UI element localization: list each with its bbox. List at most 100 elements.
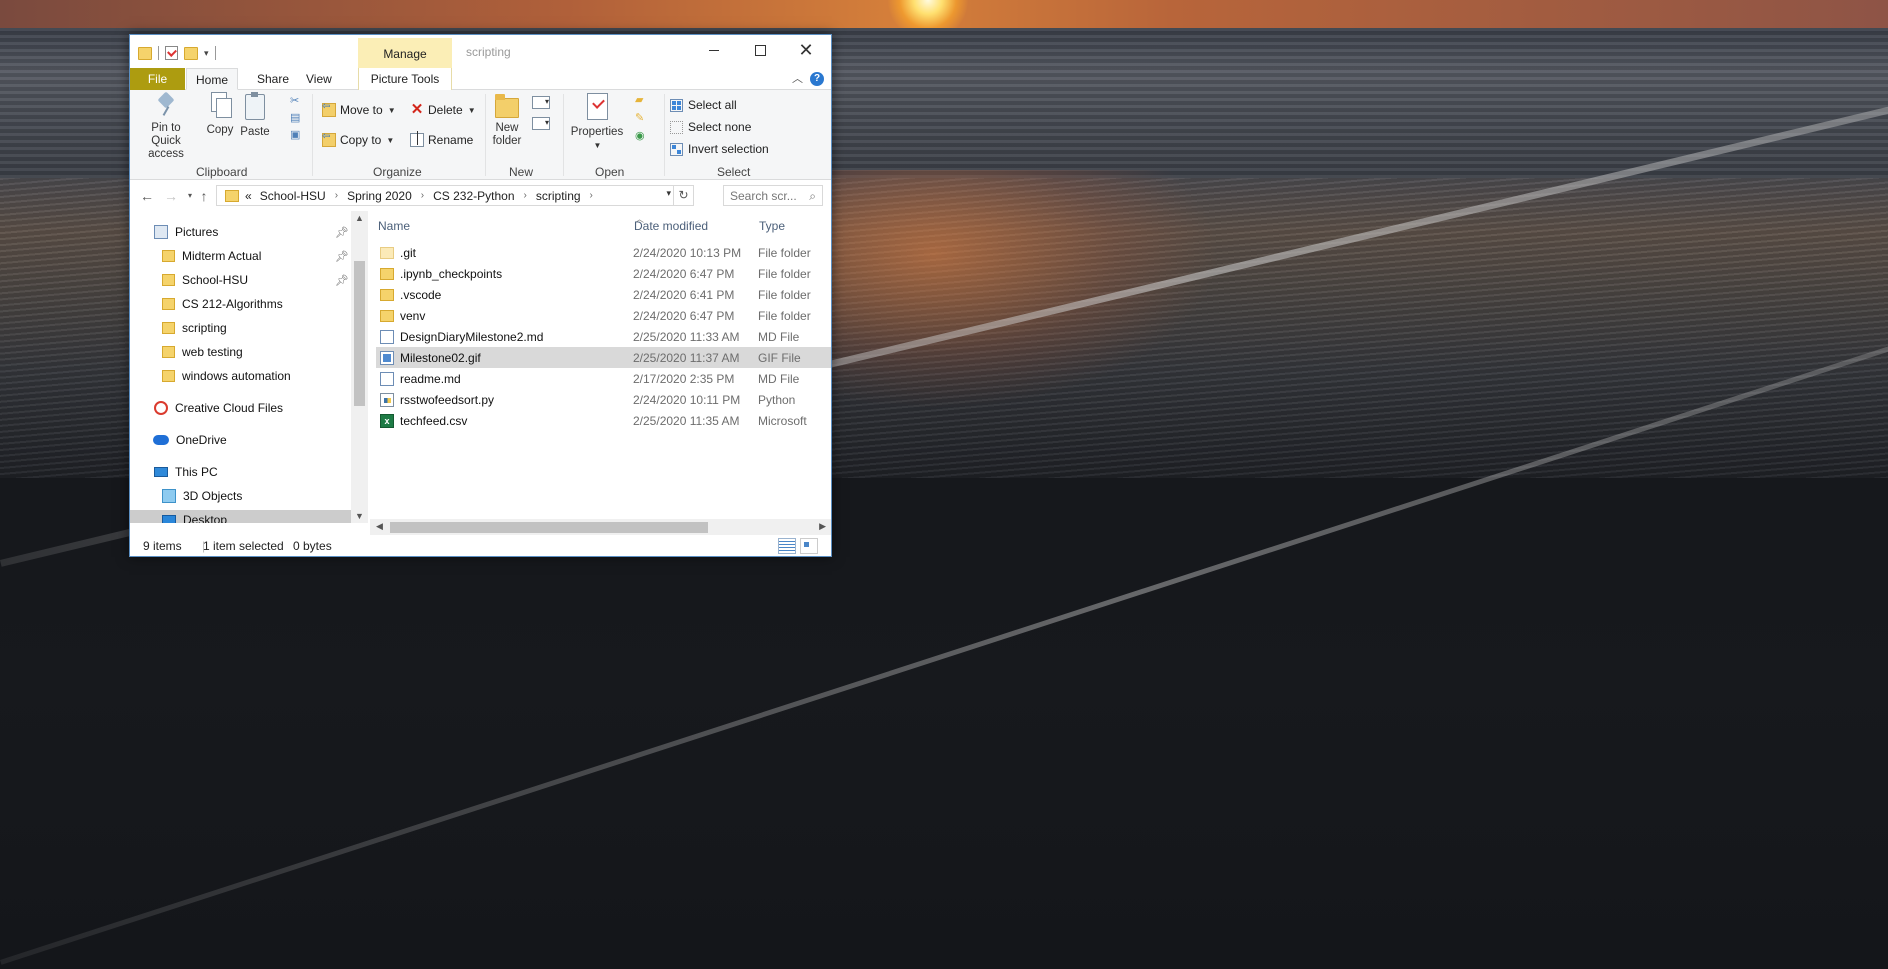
sidebar-scrollbar[interactable]: ▲ ▼ [351, 211, 368, 523]
scrollbar-thumb[interactable] [354, 261, 365, 406]
file-row[interactable]: .git 2/24/2020 10:13 PM File folder [376, 242, 831, 263]
column-header-name[interactable]: Name [378, 211, 410, 237]
new-folder-icon[interactable] [184, 46, 198, 60]
forward-arrow-icon[interactable]: → [162, 187, 180, 205]
paste-shortcut-icon[interactable]: ▣ [290, 130, 302, 141]
address-bar[interactable]: « School-HSU › Spring 2020 › CS 232-Pyth… [216, 185, 694, 206]
pin-icon: 📌︎ [335, 226, 349, 239]
up-arrow-icon[interactable]: ↑ [195, 187, 213, 205]
copy-to-button[interactable]: Copy to ▼ [322, 130, 394, 150]
sidebar-item-label: Pictures [175, 225, 219, 239]
tab-share[interactable]: Share [247, 68, 299, 90]
tab-home[interactable]: Home [186, 68, 238, 90]
ribbon: Pin to Quick access Copy Paste ✂ ▤ ▣ Cli… [130, 90, 831, 180]
maximize-button[interactable] [737, 35, 783, 65]
file-name: rsstwofeedsort.py [400, 392, 495, 407]
python-file-icon [380, 392, 394, 407]
select-all-button[interactable]: Select all [670, 96, 737, 114]
file-row[interactable]: rsstwofeedsort.py 2/24/2020 10:11 PM Pyt… [376, 389, 831, 410]
divider [158, 46, 159, 60]
invert-selection-button[interactable]: Invert selection [670, 140, 769, 158]
refresh-icon[interactable]: ↻ [673, 186, 693, 205]
new-item-icon[interactable]: ▾ [532, 96, 550, 109]
sidebar-item-cs-212-algorithms[interactable]: CS 212-Algorithms [130, 294, 351, 314]
scrollbar-thumb[interactable] [390, 522, 708, 533]
scroll-right-icon[interactable]: ▶ [819, 521, 826, 532]
sidebar-item-scripting[interactable]: scripting [130, 318, 351, 338]
sidebar-item-label: This PC [175, 465, 218, 479]
file-type: File folder [758, 308, 811, 323]
details-view-icon[interactable] [778, 538, 796, 554]
navigation-bar: ← → ▾ ↑ « School-HSU › Spring 2020 › CS … [130, 183, 831, 209]
title-bar[interactable]: ▾ Manage scripting ✕ [130, 35, 831, 71]
breadcrumb-school-hsu[interactable]: School-HSU [260, 189, 326, 203]
sidebar-item-desktop[interactable]: Desktop [130, 510, 351, 523]
scroll-up-icon[interactable]: ▲ [351, 213, 368, 223]
horizontal-scrollbar[interactable]: ◀ ▶ [370, 519, 831, 536]
column-header-date-modified[interactable]: Date modified [634, 211, 708, 237]
paste-button[interactable]: Paste [236, 92, 274, 139]
rename-button[interactable]: Rename [410, 130, 473, 150]
sidebar-item-pictures[interactable]: Pictures 📌︎ [130, 222, 351, 242]
sidebar-item-school-hsu[interactable]: School-HSU 📌︎ [130, 270, 351, 290]
delete-button[interactable]: ✕ Delete ▼ [410, 100, 476, 120]
close-button[interactable]: ✕ [783, 35, 829, 65]
sidebar-item-label: web testing [182, 345, 243, 359]
tab-manage[interactable]: Manage [358, 38, 452, 68]
breadcrumb-overflow[interactable]: « [245, 189, 252, 203]
move-to-button[interactable]: Move to ▼ [322, 100, 396, 120]
sidebar-item-this-pc[interactable]: This PC [130, 462, 351, 482]
pin-to-quick-access-button[interactable]: Pin to Quick access [136, 92, 196, 161]
copy-button[interactable]: Copy [202, 92, 238, 137]
file-row-selected[interactable]: Milestone02.gif 2/25/2020 11:37 AM GIF F… [376, 347, 831, 368]
rename-label: Rename [428, 133, 474, 147]
chevron-right-icon[interactable]: › [421, 190, 424, 201]
chevron-right-icon[interactable]: › [335, 190, 338, 201]
open-icon[interactable]: ▰ [635, 94, 649, 107]
breadcrumb-cs-232-python[interactable]: CS 232-Python [433, 189, 514, 203]
chevron-right-icon[interactable]: › [524, 190, 527, 201]
file-row[interactable]: .vscode 2/24/2020 6:41 PM File folder [376, 284, 831, 305]
sidebar-item-creative-cloud-files[interactable]: Creative Cloud Files [130, 398, 351, 418]
file-row[interactable]: DesignDiaryMilestone2.md 2/25/2020 11:33… [376, 326, 831, 347]
chevron-right-icon[interactable]: › [590, 190, 593, 201]
properties-icon[interactable] [165, 46, 178, 60]
tab-picture-tools[interactable]: Picture Tools [358, 68, 452, 90]
easy-access-icon[interactable]: ▾ [532, 117, 550, 130]
sidebar-item-3d-objects[interactable]: 3D Objects [130, 486, 351, 506]
file-row[interactable]: .ipynb_checkpoints 2/24/2020 6:47 PM Fil… [376, 263, 831, 284]
new-folder-button[interactable]: New folder [485, 92, 529, 148]
collapse-ribbon-chevron-icon[interactable]: ︿ [792, 68, 803, 90]
file-row[interactable]: venv 2/24/2020 6:47 PM File folder [376, 305, 831, 326]
large-icons-view-icon[interactable] [800, 538, 818, 554]
copy-path-icon[interactable]: ▤ [290, 113, 302, 124]
breadcrumb-scripting[interactable]: scripting [536, 189, 581, 203]
tab-file[interactable]: File [130, 68, 185, 90]
search-input[interactable]: Search scr... ⌕ [723, 185, 823, 206]
address-history-chevron-icon[interactable]: ▾ [666, 188, 671, 199]
tab-view[interactable]: View [296, 68, 342, 90]
properties-button[interactable]: Properties ▼ [566, 92, 628, 152]
breadcrumb-spring-2020[interactable]: Spring 2020 [347, 189, 412, 203]
paste-label: Paste [240, 126, 270, 138]
minimize-button[interactable] [691, 35, 737, 65]
column-header-type[interactable]: Type [759, 211, 785, 237]
scroll-down-icon[interactable]: ▼ [351, 511, 368, 521]
back-arrow-icon[interactable]: ← [138, 187, 156, 205]
help-icon[interactable]: ? [810, 72, 824, 86]
sidebar-item-windows-automation[interactable]: windows automation [130, 366, 351, 386]
history-icon[interactable]: ◉ [635, 130, 649, 143]
customize-toolbar-chevron-icon[interactable]: ▾ [204, 48, 209, 59]
file-row[interactable]: x techfeed.csv 2/25/2020 11:35 AM Micros… [376, 410, 831, 431]
cut-icon[interactable]: ✂ [290, 96, 302, 107]
scroll-left-icon[interactable]: ◀ [376, 521, 383, 532]
sidebar-item-web-testing[interactable]: web testing [130, 342, 351, 362]
item-count: 9 items [143, 539, 182, 553]
file-date: 2/17/2020 2:35 PM [633, 371, 735, 386]
sidebar-item-onedrive[interactable]: OneDrive [130, 430, 351, 450]
select-none-button[interactable]: Select none [670, 118, 751, 136]
sidebar-item-midterm-actual[interactable]: Midterm Actual 📌︎ [130, 246, 351, 266]
dropdown-arrow-icon: ▼ [593, 141, 602, 150]
edit-icon[interactable]: ✎ [635, 112, 649, 125]
file-row[interactable]: readme.md 2/17/2020 2:35 PM MD File [376, 368, 831, 389]
